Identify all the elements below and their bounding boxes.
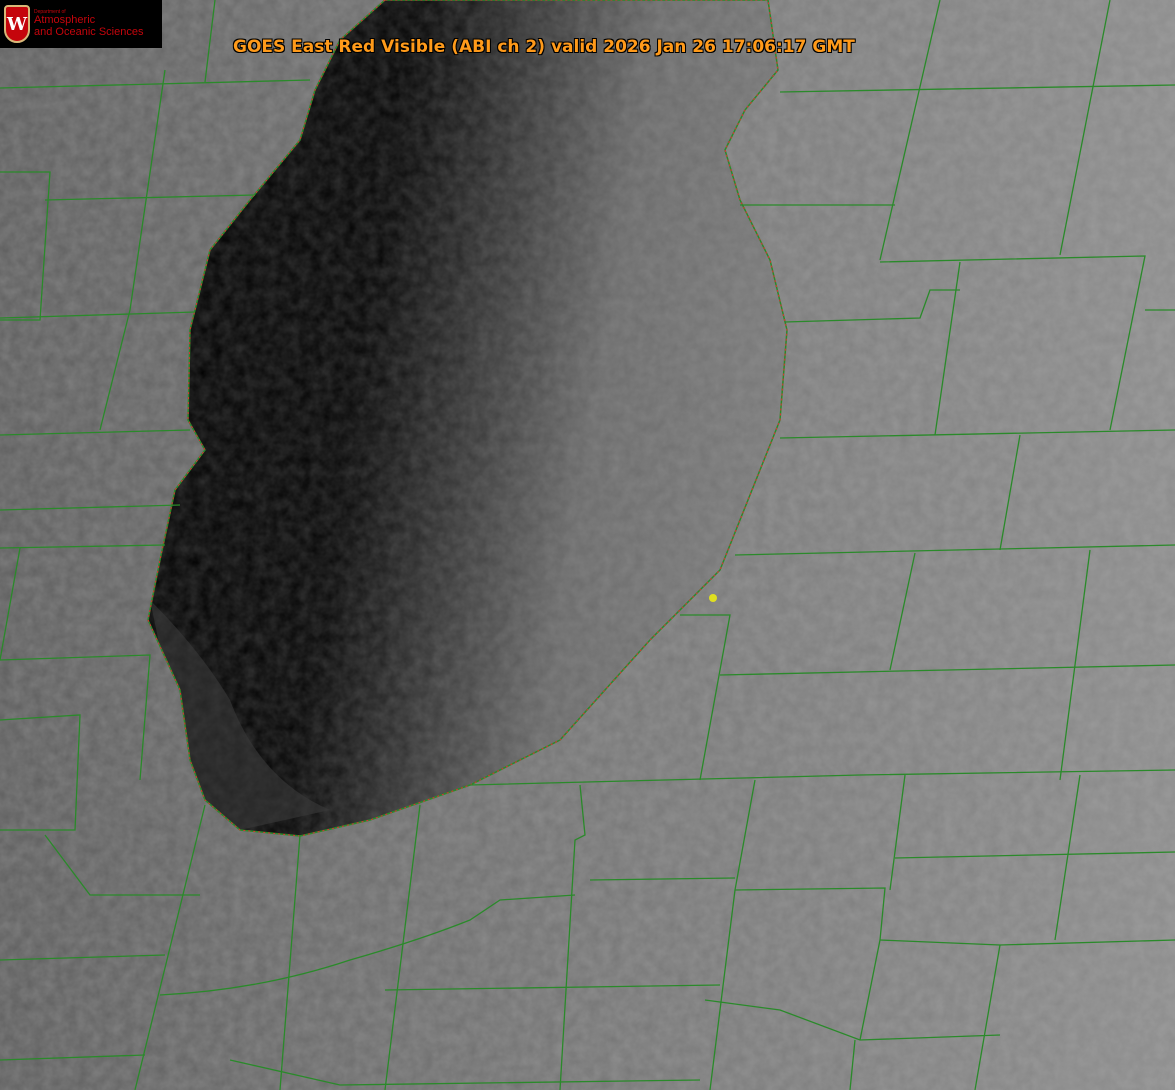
satellite-image-viewer: W Department of Atmospheric and Oceanic … (0, 0, 1175, 1090)
logo-line3: and Oceanic Sciences (34, 25, 144, 38)
aos-logo: W Department of Atmospheric and Oceanic … (0, 0, 162, 48)
image-title: GOES East Red Visible (ABI ch 2) valid 2… (233, 37, 855, 57)
department-name: Department of Atmospheric and Oceanic Sc… (34, 9, 144, 38)
satellite-map (0, 0, 1175, 1090)
crest-letter: W (6, 13, 28, 35)
location-marker (709, 594, 717, 602)
logo-line2: Atmospheric (34, 14, 96, 27)
uw-crest-icon: W (4, 5, 30, 43)
